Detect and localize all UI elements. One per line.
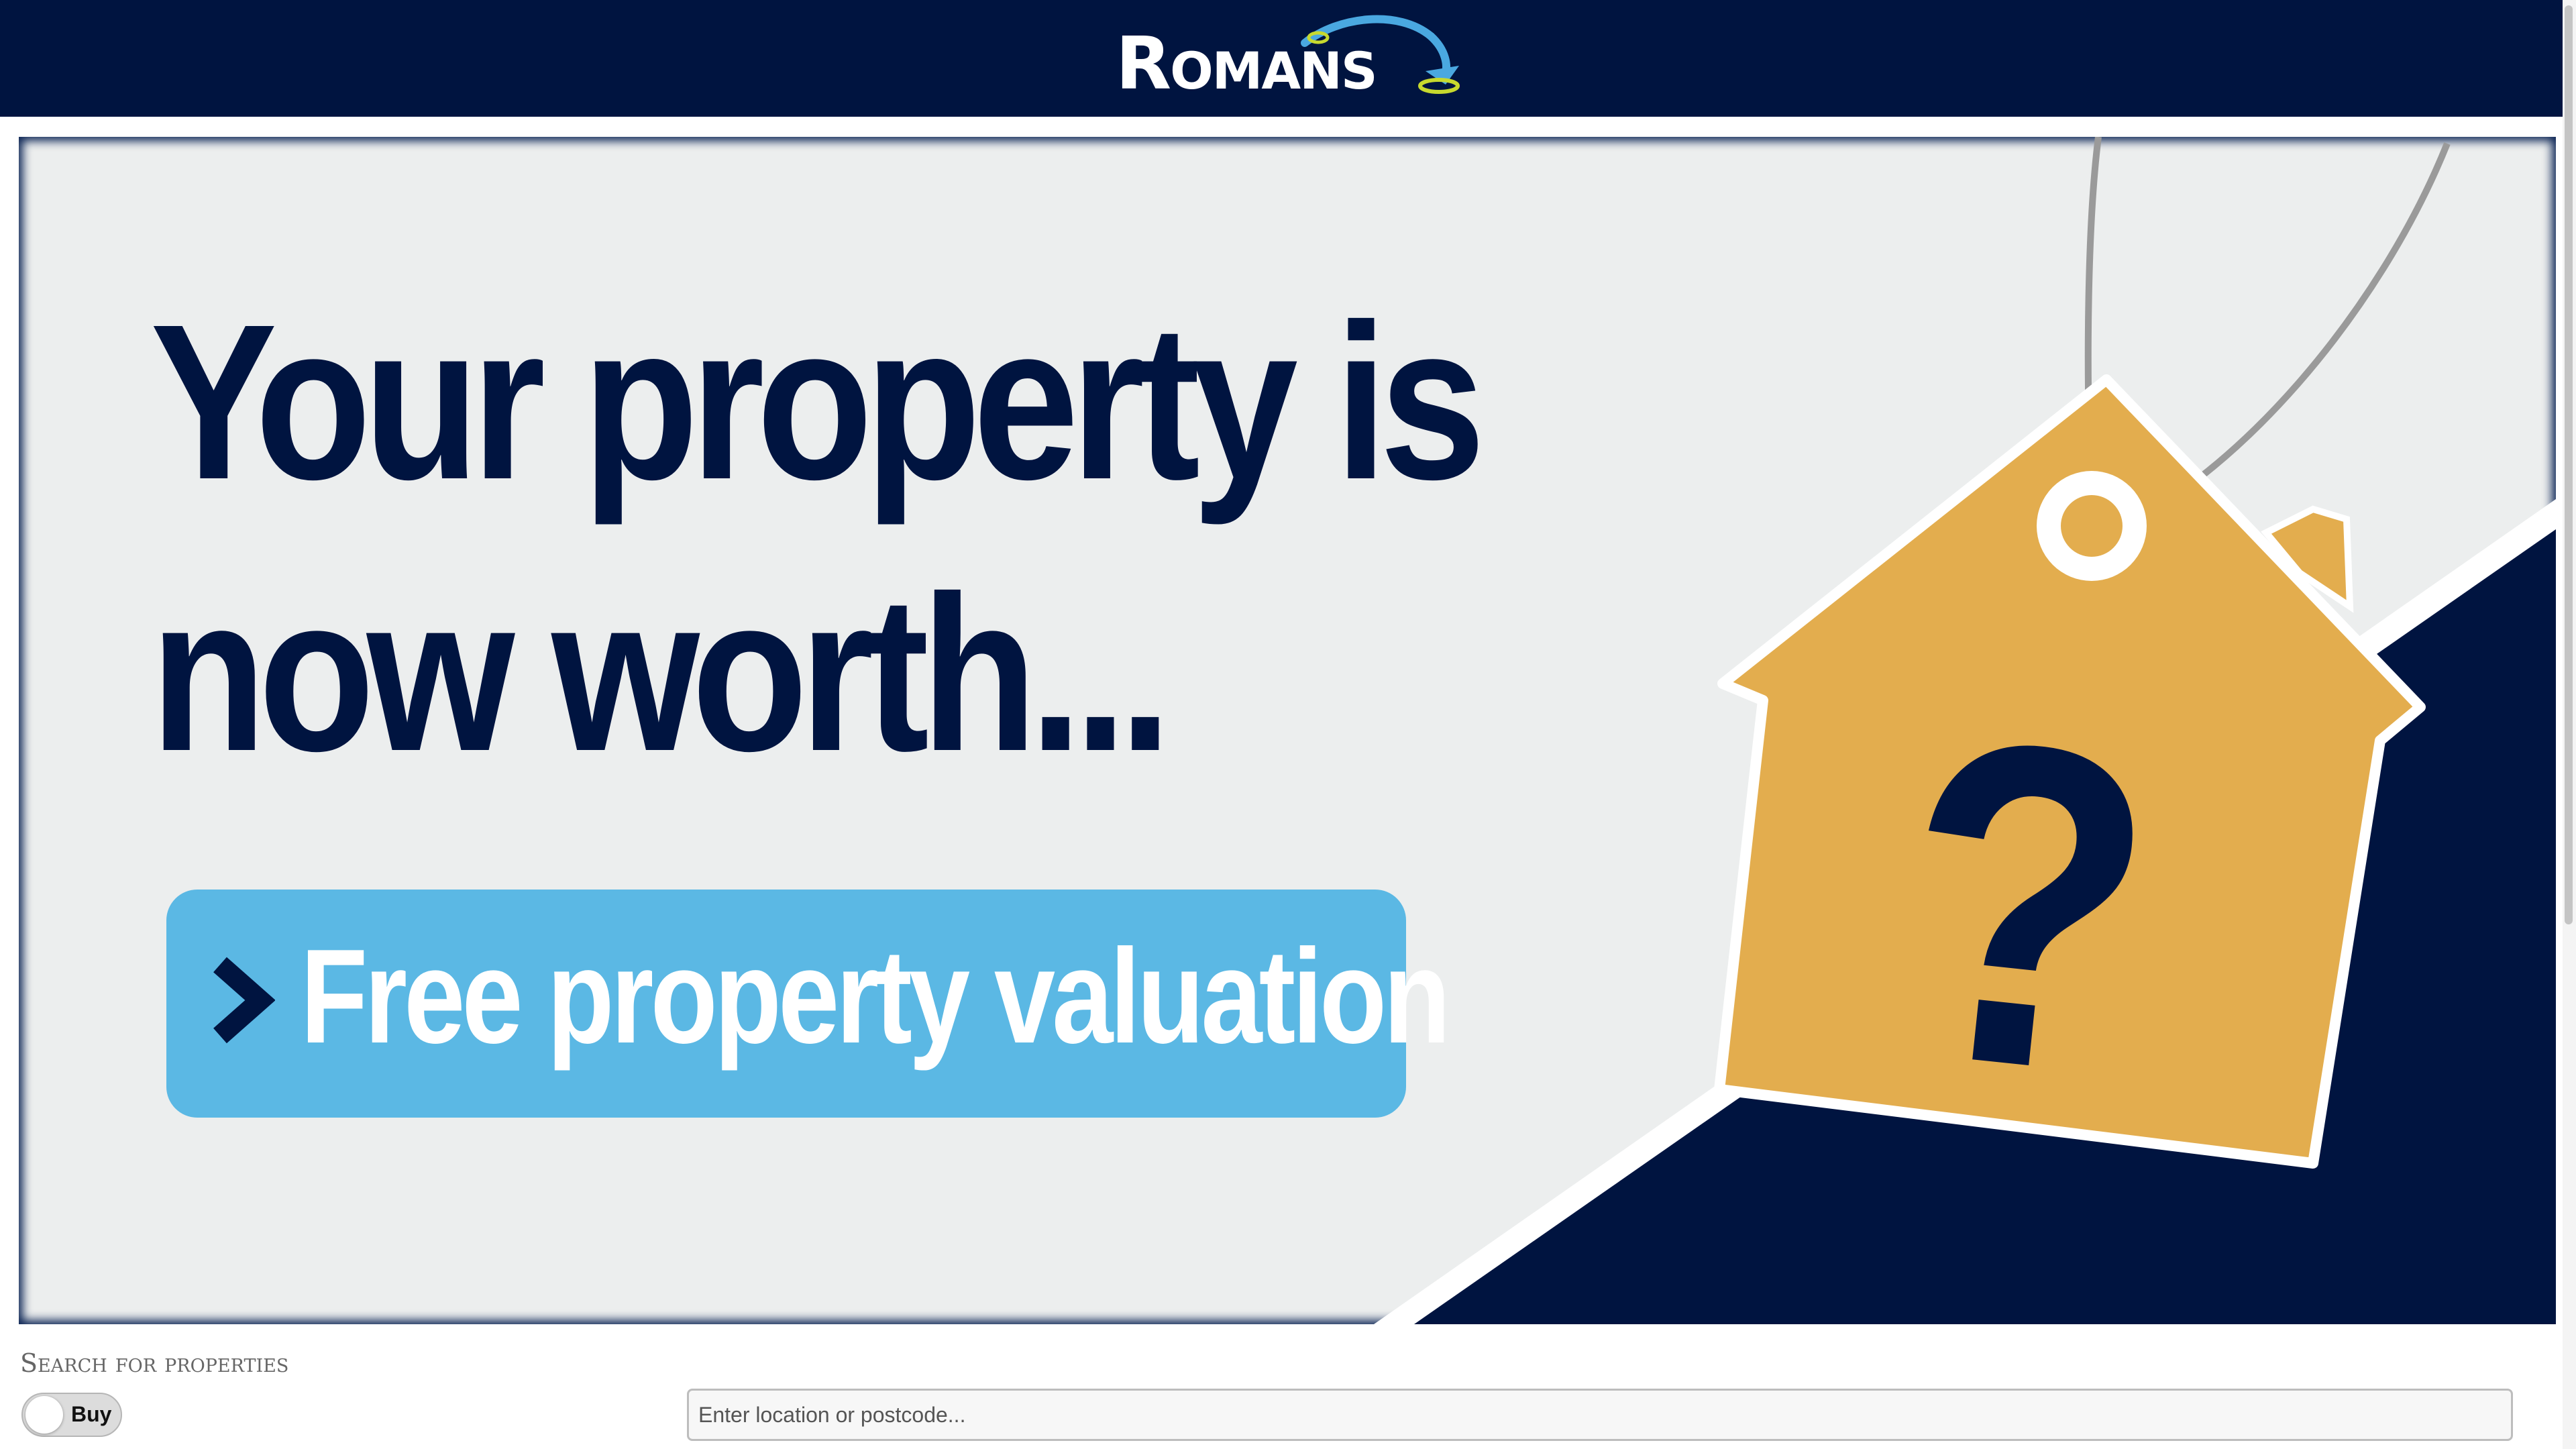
free-valuation-button[interactable]: Free property valuation bbox=[166, 890, 1450, 1118]
buy-rent-toggle[interactable]: Buy bbox=[21, 1393, 122, 1437]
toggle-label: Buy bbox=[71, 1402, 112, 1426]
romans-logo[interactable]: Romans bbox=[1110, 9, 1469, 101]
banner-headline-line1: Your property is bbox=[150, 278, 1485, 525]
site-header: Romans bbox=[0, 0, 2563, 117]
toggle-knob[interactable] bbox=[25, 1396, 63, 1434]
valuation-banner[interactable]: Your property is now worth... ? Free pro… bbox=[19, 137, 2556, 1324]
question-mark: ? bbox=[1876, 640, 2174, 1173]
logo-wordmark: Romans bbox=[1116, 22, 1378, 106]
banner-headline-line2: now worth... bbox=[150, 549, 1172, 797]
free-valuation-label: Free property valuation bbox=[301, 922, 1450, 1071]
chevron-right-icon bbox=[213, 957, 275, 1044]
location-search-input[interactable] bbox=[687, 1389, 2513, 1441]
scrollbar-thumb[interactable] bbox=[2565, 5, 2573, 924]
search-section-title: Search for properties bbox=[20, 1348, 289, 1378]
